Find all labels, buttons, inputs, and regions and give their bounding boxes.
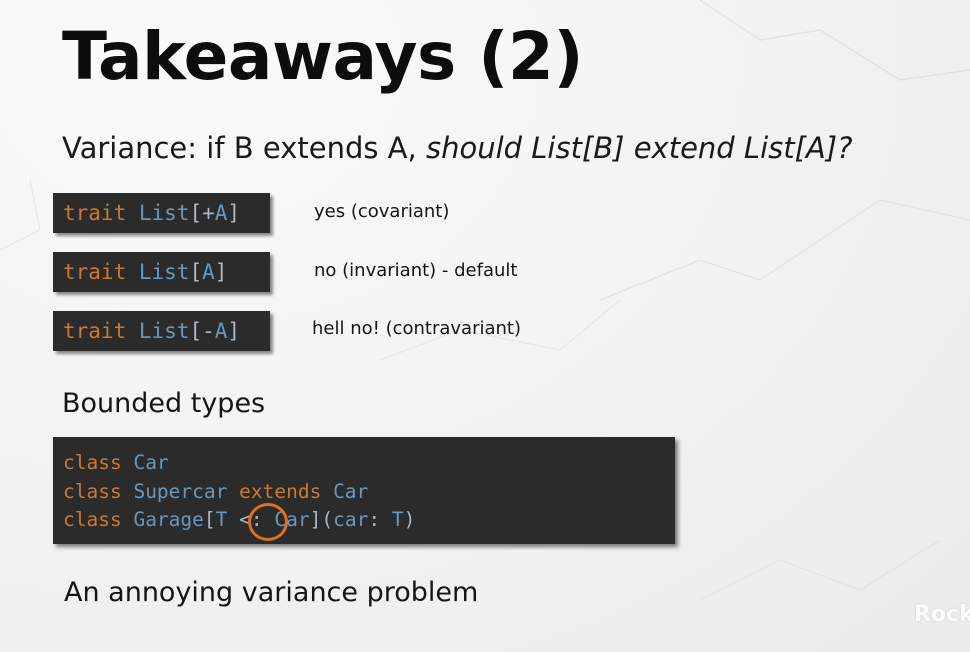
code-type-param: T bbox=[215, 508, 228, 531]
code-variance-modifier: - bbox=[202, 319, 215, 343]
code-keyword: trait bbox=[63, 201, 127, 225]
code-line-3: class Garage[T <: Car](car: T) bbox=[63, 506, 675, 535]
code-keyword: class bbox=[63, 479, 122, 503]
invariant-description: no (invariant) - default bbox=[314, 260, 518, 281]
invariant-code-chip: trait List[A] bbox=[53, 252, 270, 292]
code-bracket-open: [ bbox=[189, 260, 203, 284]
code-bracket-open: [ bbox=[203, 508, 216, 531]
code-colon: : bbox=[368, 508, 392, 531]
code-class-name: Car bbox=[133, 451, 169, 474]
code-type-param: A bbox=[214, 201, 228, 225]
code-keyword-extends: extends bbox=[239, 479, 322, 503]
code-type-param: A bbox=[214, 319, 228, 343]
code-parent-class: Car bbox=[333, 479, 369, 503]
slide-title: Takeaways (2) bbox=[62, 18, 583, 95]
code-bracket-close: ] bbox=[227, 201, 241, 225]
code-type: List bbox=[138, 201, 190, 225]
code-type: List bbox=[138, 260, 190, 284]
contravariant-description: hell no! (contravariant) bbox=[312, 318, 521, 339]
watermark-logo-text: Rock bbox=[914, 602, 970, 627]
code-arg-type: T bbox=[391, 508, 404, 531]
code-bracket-open: [ bbox=[189, 319, 203, 343]
code-bracket-close: ] bbox=[227, 319, 241, 343]
code-type-param: A bbox=[202, 260, 215, 284]
code-bracket-open: [ bbox=[189, 201, 203, 225]
variance-question-emphasis: should List[B] extend List[A]? bbox=[425, 131, 853, 165]
code-keyword: trait bbox=[63, 260, 127, 284]
variance-question: Variance: if B extends A, should List[B]… bbox=[62, 131, 852, 165]
contravariant-code-chip: trait List[-A] bbox=[53, 311, 270, 351]
code-bracket-close: ]( bbox=[309, 508, 334, 531]
code-variance-modifier: + bbox=[202, 201, 215, 225]
highlight-circle-annotation bbox=[248, 503, 288, 541]
code-arg-name: car bbox=[333, 508, 369, 531]
code-class-name: Garage bbox=[133, 508, 204, 531]
covariant-code-chip: trait List[+A] bbox=[53, 193, 270, 233]
code-paren-close: ) bbox=[403, 508, 416, 531]
code-keyword: trait bbox=[63, 319, 127, 343]
bounded-types-heading: Bounded types bbox=[62, 388, 266, 419]
code-type: List bbox=[138, 319, 190, 343]
code-keyword: class bbox=[63, 451, 122, 474]
covariant-description: yes (covariant) bbox=[314, 201, 450, 222]
code-class-name: Supercar bbox=[133, 479, 228, 503]
variance-question-prefix: Variance: if B extends A, bbox=[62, 131, 426, 165]
code-keyword: class bbox=[63, 508, 122, 531]
code-line-2: class Supercar extends Car bbox=[63, 478, 675, 507]
code-line-1: class Car bbox=[63, 449, 675, 478]
bounded-types-code-block: class Car class Supercar extends Car cla… bbox=[53, 437, 675, 544]
variance-problem-heading: An annoying variance problem bbox=[64, 577, 479, 608]
slide: Takeaways (2) Variance: if B extends A, … bbox=[0, 0, 970, 652]
code-bracket-close: ] bbox=[214, 260, 228, 284]
